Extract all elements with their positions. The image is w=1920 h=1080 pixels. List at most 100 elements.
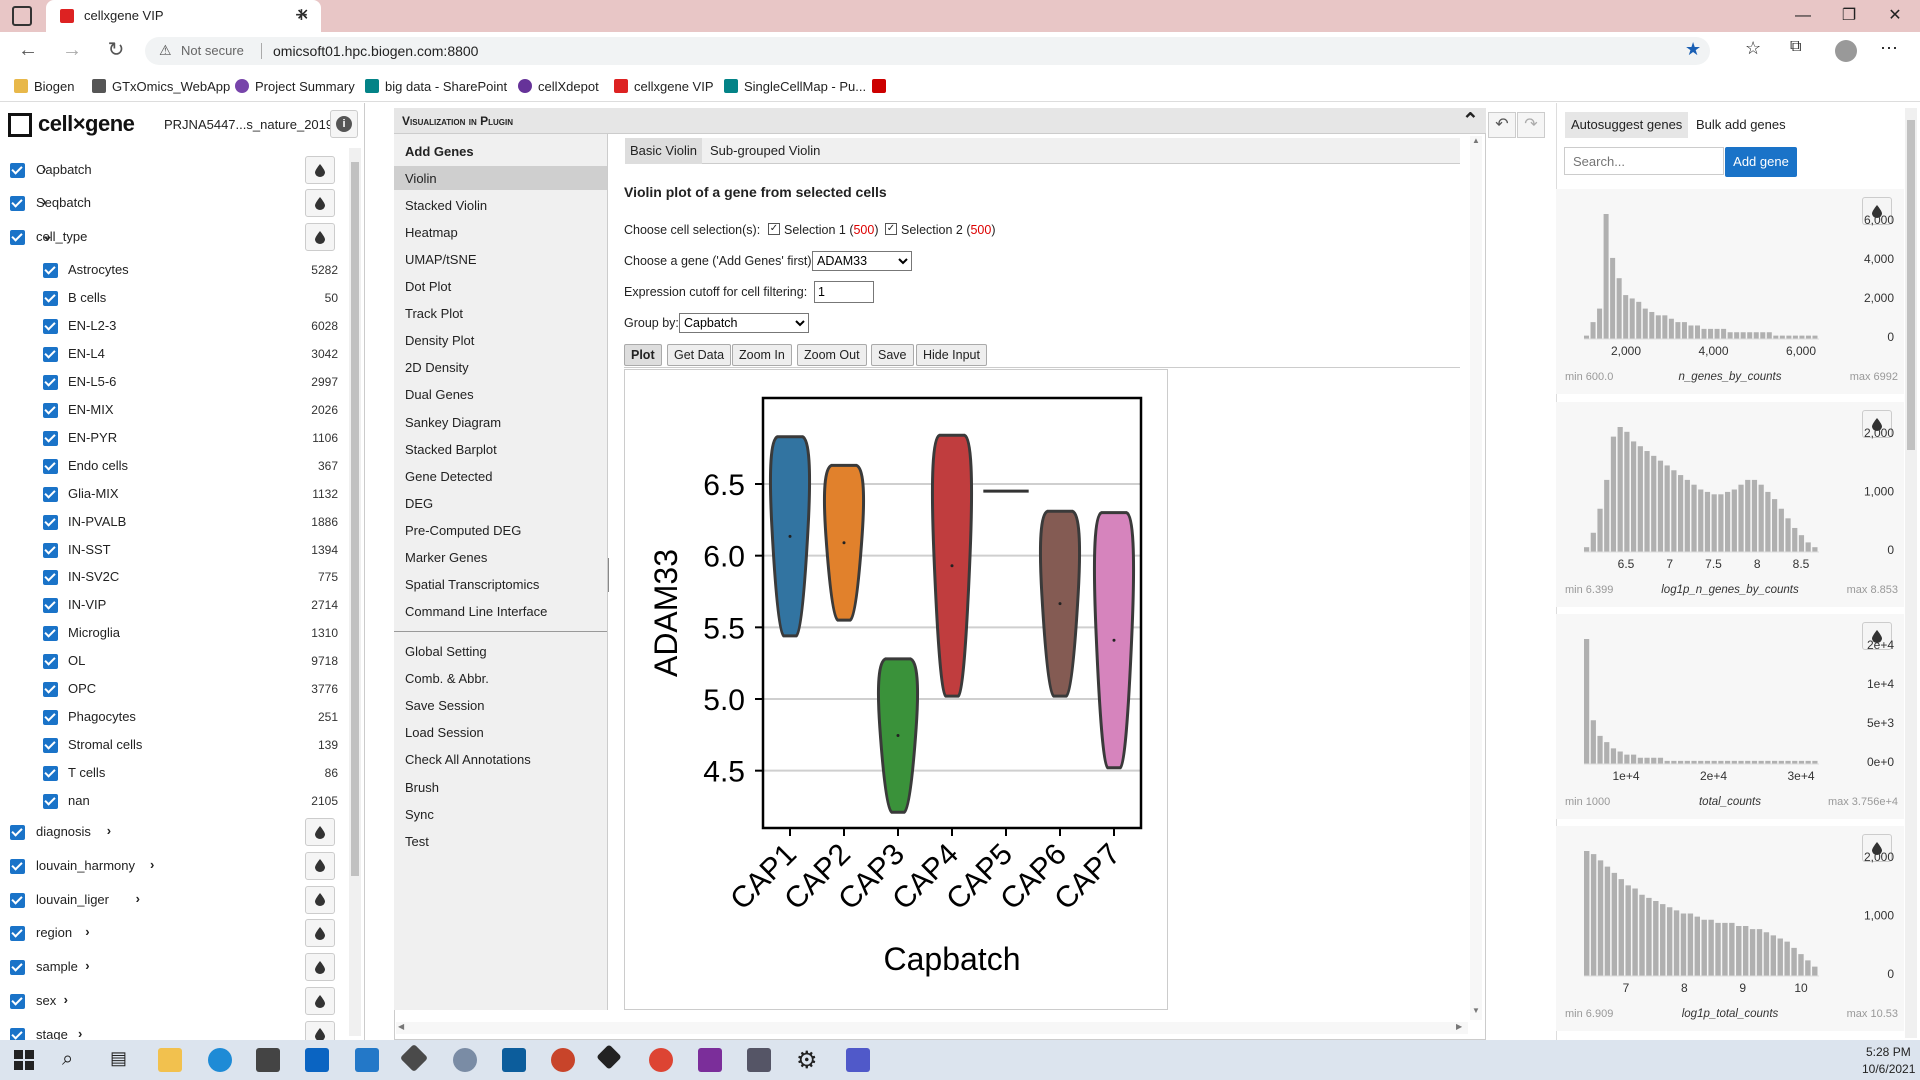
- category-checkbox[interactable]: [10, 196, 25, 211]
- cell-type-label[interactable]: Glia-MIX: [68, 486, 119, 501]
- gene-select[interactable]: ADAM33: [812, 251, 912, 271]
- edge-icon[interactable]: [208, 1048, 232, 1072]
- plugin-vscrollbar[interactable]: ▲ ▼: [1470, 136, 1482, 1020]
- cell-type-checkbox[interactable]: [43, 430, 58, 446]
- expand-chevron-icon[interactable]: ›: [78, 1026, 82, 1041]
- menu-item[interactable]: Load Session: [405, 725, 484, 740]
- menu-item[interactable]: Stacked Violin: [405, 198, 487, 213]
- groupby-select[interactable]: Capbatch: [679, 313, 809, 333]
- photos-icon[interactable]: [502, 1048, 526, 1072]
- cell-type-label[interactable]: Astrocytes: [68, 262, 129, 277]
- category-label[interactable]: louvain_liger: [36, 892, 109, 907]
- selection2-checkbox[interactable]: ✓: [885, 223, 897, 235]
- cell-type-label[interactable]: EN-PYR: [68, 430, 117, 445]
- plot-button[interactable]: Plot: [624, 344, 662, 366]
- category-checkbox[interactable]: [10, 163, 25, 178]
- cell-type-label[interactable]: Microglia: [68, 625, 120, 640]
- expand-chevron-icon[interactable]: ›: [42, 161, 46, 176]
- color-by-button[interactable]: [305, 885, 335, 914]
- color-by-button[interactable]: [305, 223, 335, 251]
- tab-subgrouped-violin[interactable]: Sub-grouped Violin: [705, 138, 825, 164]
- menu-item[interactable]: Global Setting: [405, 644, 487, 659]
- windows-start-icon[interactable]: [14, 1050, 34, 1070]
- cell-type-checkbox[interactable]: [43, 318, 58, 334]
- expand-chevron-icon[interactable]: ⌄: [42, 228, 53, 244]
- category-label[interactable]: region: [36, 925, 72, 940]
- menu-item[interactable]: Sync: [405, 807, 434, 822]
- scroll-up-icon[interactable]: ▲: [1472, 136, 1480, 145]
- cell-type-label[interactable]: Phagocytes: [68, 709, 136, 724]
- scroll-down-icon[interactable]: ▼: [1472, 1006, 1480, 1015]
- collections-icon[interactable]: ⧉: [1790, 38, 1801, 56]
- cell-type-checkbox[interactable]: [43, 290, 58, 306]
- cell-type-label[interactable]: OPC: [68, 681, 96, 696]
- favorites-icon[interactable]: ☆: [1745, 38, 1761, 59]
- cell-type-checkbox[interactable]: [43, 514, 58, 530]
- tab-basic-violin[interactable]: Basic Violin: [625, 138, 702, 164]
- cell-type-label[interactable]: IN-PVALB: [68, 514, 126, 529]
- bookmark-sharepoint[interactable]: big data - SharePoint: [365, 70, 507, 102]
- cell-type-label[interactable]: EN-MIX: [68, 402, 114, 417]
- menu-item[interactable]: DEG: [405, 496, 433, 511]
- cell-type-checkbox[interactable]: [43, 374, 58, 390]
- profile-avatar[interactable]: [1835, 40, 1857, 62]
- address-bar[interactable]: ⚠ Not secure omicsoft01.hpc.biogen.com:8…: [145, 37, 1710, 65]
- bookmark-project-summary[interactable]: Project Summary: [235, 70, 355, 102]
- get-data-button[interactable]: Get Data: [667, 344, 732, 366]
- file-explorer-icon[interactable]: [158, 1048, 182, 1072]
- plugin-hscrollbar[interactable]: ◀ ▶: [396, 1022, 1468, 1034]
- cell-type-label[interactable]: EN-L5-6: [68, 374, 116, 389]
- redo-button[interactable]: ↷: [1517, 112, 1545, 138]
- cell-type-label[interactable]: EN-L4: [68, 346, 105, 361]
- left-scrollbar[interactable]: [349, 148, 361, 1036]
- more-menu-icon[interactable]: ⋯: [1880, 38, 1898, 59]
- back-icon[interactable]: ←: [14, 36, 42, 64]
- undo-button[interactable]: ↶: [1488, 112, 1516, 138]
- scroll-right-icon[interactable]: ▶: [1456, 1022, 1462, 1031]
- category-label[interactable]: louvain_harmony: [36, 858, 135, 873]
- onenote-icon[interactable]: [698, 1048, 722, 1072]
- menu-item[interactable]: Pre-Computed DEG: [405, 523, 521, 538]
- color-by-button[interactable]: [305, 818, 335, 846]
- menu-item[interactable]: Test: [405, 834, 429, 849]
- outlook-icon[interactable]: [305, 1048, 329, 1072]
- add-gene-button[interactable]: Add gene: [1725, 147, 1797, 177]
- cell-type-checkbox[interactable]: [43, 570, 58, 586]
- category-checkbox[interactable]: [10, 230, 25, 245]
- tab-actions-icon[interactable]: [12, 6, 32, 26]
- category-checkbox[interactable]: [10, 825, 25, 840]
- color-by-button[interactable]: [305, 919, 335, 948]
- search-icon[interactable]: ⌕: [62, 1048, 73, 1071]
- cell-type-checkbox[interactable]: [43, 486, 58, 502]
- expand-chevron-icon[interactable]: ›: [136, 891, 140, 906]
- powerpoint-icon[interactable]: [551, 1048, 575, 1072]
- zoom-out-button[interactable]: Zoom Out: [797, 344, 867, 366]
- collapse-plugin-icon[interactable]: ⌃: [1462, 108, 1479, 133]
- bookmark-biogen[interactable]: Biogen: [14, 70, 74, 102]
- cell-type-label[interactable]: T cells: [68, 765, 105, 780]
- cell-type-label[interactable]: IN-SV2C: [68, 569, 119, 584]
- vscode-icon[interactable]: [355, 1048, 379, 1072]
- cell-type-checkbox[interactable]: [43, 738, 58, 754]
- tab-bulk-add-genes[interactable]: Bulk add genes: [1690, 112, 1792, 138]
- teams-icon[interactable]: [846, 1048, 870, 1072]
- cell-type-label[interactable]: OL: [68, 653, 85, 668]
- cell-type-checkbox[interactable]: [43, 654, 58, 670]
- cell-type-label[interactable]: EN-L2-3: [68, 318, 116, 333]
- color-by-button[interactable]: [305, 189, 335, 217]
- menu-item[interactable]: UMAP/tSNE: [405, 252, 477, 267]
- color-by-button[interactable]: [305, 156, 335, 184]
- expand-chevron-icon[interactable]: ›: [107, 823, 111, 838]
- cell-type-label[interactable]: B cells: [68, 290, 106, 305]
- category-label[interactable]: sex: [36, 993, 56, 1008]
- cell-type-checkbox[interactable]: [43, 598, 58, 614]
- bookmark-gtxomics[interactable]: GTxOmics_WebApp: [92, 70, 230, 102]
- menu-item[interactable]: Brush: [405, 780, 439, 795]
- color-by-button[interactable]: [305, 953, 335, 982]
- menu-item[interactable]: Stacked Barplot: [405, 442, 497, 457]
- settings-icon[interactable]: ⚙: [796, 1046, 818, 1075]
- category-checkbox[interactable]: [10, 960, 25, 976]
- task-view-icon[interactable]: ▤: [110, 1048, 127, 1069]
- category-checkbox[interactable]: [10, 892, 25, 908]
- category-checkbox[interactable]: [10, 994, 25, 1009]
